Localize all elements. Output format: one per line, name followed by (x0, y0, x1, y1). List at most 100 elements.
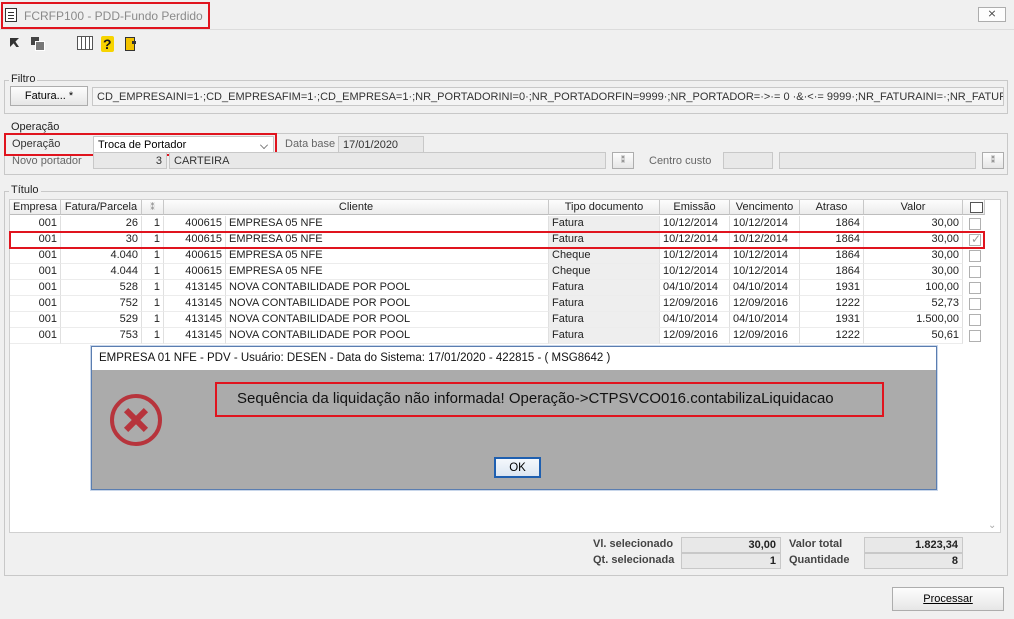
cell-atraso[interactable]: 1864 (800, 216, 864, 232)
portador-name-field[interactable]: CARTEIRA (169, 152, 606, 169)
cell-vencimento[interactable]: 12/09/2016 (730, 328, 800, 344)
cell-tipo-documento[interactable]: Fatura (549, 296, 660, 312)
cell-cliente-name[interactable]: NOVA CONTABILIDADE POR POOL (226, 328, 549, 344)
column-header-emissao[interactable]: Emissão (660, 200, 730, 215)
data-base-field[interactable]: 17/01/2020 (338, 136, 424, 153)
cell-cliente-code[interactable]: 413145 (164, 328, 226, 344)
cell-empresa[interactable]: 001 (10, 216, 61, 232)
scroll-down-icon[interactable]: ⌄ (988, 520, 1000, 532)
cell-tipo-documento[interactable]: Fatura (549, 280, 660, 296)
cell-empresa[interactable]: 001 (10, 248, 61, 264)
cell-cliente-name[interactable]: NOVA CONTABILIDADE POR POOL (226, 280, 549, 296)
cell-atraso[interactable]: 1222 (800, 296, 864, 312)
cell-parcela[interactable]: 1 (142, 216, 164, 232)
cell-vencimento[interactable]: 10/12/2014 (730, 248, 800, 264)
row-checkbox[interactable] (969, 314, 981, 326)
centro-code-field[interactable] (723, 152, 773, 169)
row-checkbox[interactable] (969, 266, 981, 278)
cell-cliente-code[interactable]: 413145 (164, 312, 226, 328)
cell-cliente-code[interactable]: 413145 (164, 280, 226, 296)
cell-cliente-code[interactable]: 400615 (164, 264, 226, 280)
portador-lookup-button[interactable]: ⁑ (612, 152, 634, 169)
cell-emissao[interactable]: 12/09/2016 (660, 328, 730, 344)
column-header-vencimento[interactable]: Vencimento (730, 200, 800, 215)
cell-atraso[interactable]: 1864 (800, 248, 864, 264)
cell-parcela[interactable]: 1 (142, 312, 164, 328)
cell-valor[interactable]: 30,00 (864, 248, 963, 264)
cell-emissao[interactable]: 12/09/2016 (660, 296, 730, 312)
cell-fatura[interactable]: 529 (61, 312, 142, 328)
cell-cliente-code[interactable]: 400615 (164, 248, 226, 264)
cell-tipo-documento[interactable]: Fatura (549, 312, 660, 328)
cell-cliente-name[interactable]: EMPRESA 05 NFE (226, 264, 549, 280)
cell-parcela[interactable]: 1 (142, 280, 164, 296)
cell-cliente-name[interactable]: EMPRESA 05 NFE (226, 248, 549, 264)
column-header-atraso[interactable]: Atraso (800, 200, 864, 215)
cell-fatura[interactable]: 4.044 (61, 264, 142, 280)
exit-icon[interactable] (123, 36, 137, 51)
column-header-empresa[interactable]: Empresa (10, 200, 61, 215)
cell-cliente-name[interactable]: EMPRESA 05 NFE (226, 216, 549, 232)
cell-empresa[interactable]: 001 (10, 328, 61, 344)
select-icon[interactable] (8, 36, 22, 50)
cell-atraso[interactable]: 1222 (800, 328, 864, 344)
multi-select-icon[interactable] (30, 36, 45, 51)
row-checkbox[interactable] (969, 298, 981, 310)
cell-valor[interactable]: 30,00 (864, 216, 963, 232)
cell-valor[interactable]: 1.500,00 (864, 312, 963, 328)
row-checkbox[interactable] (969, 218, 981, 230)
cell-tipo-documento[interactable]: Cheque (549, 248, 660, 264)
centro-name-field[interactable] (779, 152, 976, 169)
centro-lookup-button[interactable]: ⁑ (982, 152, 1004, 169)
ok-button[interactable]: OK (494, 457, 541, 478)
fatura-button[interactable]: Fatura... * (10, 86, 88, 106)
cell-parcela[interactable]: 1 (142, 296, 164, 312)
row-checkbox[interactable] (969, 330, 981, 342)
cell-vencimento[interactable]: 04/10/2014 (730, 280, 800, 296)
cell-atraso[interactable]: 1931 (800, 312, 864, 328)
row-checkbox[interactable] (969, 282, 981, 294)
cell-empresa[interactable]: 001 (10, 296, 61, 312)
grid-icon[interactable] (77, 36, 93, 50)
cell-emissao[interactable]: 10/12/2014 (660, 216, 730, 232)
portador-code-field[interactable]: 3 (93, 152, 167, 169)
help-icon[interactable]: ? (101, 36, 115, 52)
cell-vencimento[interactable]: 10/12/2014 (730, 216, 800, 232)
cell-fatura[interactable]: 528 (61, 280, 142, 296)
filter-expression-field[interactable]: CD_EMPRESAINI=1·;CD_EMPRESAFIM=1·;CD_EMP… (92, 87, 1004, 106)
cell-emissao[interactable]: 10/12/2014 (660, 248, 730, 264)
cell-cliente-name[interactable]: NOVA CONTABILIDADE POR POOL (226, 312, 549, 328)
close-button[interactable]: ⨯ (978, 7, 1006, 22)
column-header-cliente[interactable]: Cliente (164, 200, 549, 215)
cell-vencimento[interactable]: 12/09/2016 (730, 296, 800, 312)
cell-valor[interactable]: 30,00 (864, 264, 963, 280)
cell-emissao[interactable]: 10/12/2014 (660, 264, 730, 280)
column-header-valor[interactable]: Valor (864, 200, 963, 215)
cell-tipo-documento[interactable]: Cheque (549, 264, 660, 280)
select-all-checkbox[interactable] (970, 202, 983, 213)
cell-cliente-name[interactable]: NOVA CONTABILIDADE POR POOL (226, 296, 549, 312)
cell-vencimento[interactable]: 04/10/2014 (730, 312, 800, 328)
cell-empresa[interactable]: 001 (10, 264, 61, 280)
cell-cliente-code[interactable]: 400615 (164, 216, 226, 232)
cell-empresa[interactable]: 001 (10, 280, 61, 296)
cell-emissao[interactable]: 04/10/2014 (660, 280, 730, 296)
cell-empresa[interactable]: 001 (10, 312, 61, 328)
cell-fatura[interactable]: 4.040 (61, 248, 142, 264)
processar-button[interactable]: Processar (892, 587, 1004, 611)
column-header-sort[interactable]: ⁑ (142, 200, 164, 215)
column-header-fatura-parcela[interactable]: Fatura/Parcela (61, 200, 142, 215)
cell-valor[interactable]: 50,61 (864, 328, 963, 344)
cell-cliente-code[interactable]: 413145 (164, 296, 226, 312)
cell-parcela[interactable]: 1 (142, 328, 164, 344)
cell-fatura[interactable]: 26 (61, 216, 142, 232)
cell-tipo-documento[interactable]: Fatura (549, 328, 660, 344)
cell-fatura[interactable]: 752 (61, 296, 142, 312)
column-header-tipo-documento[interactable]: Tipo documento (549, 200, 660, 215)
cell-fatura[interactable]: 753 (61, 328, 142, 344)
cell-valor[interactable]: 52,73 (864, 296, 963, 312)
cell-emissao[interactable]: 04/10/2014 (660, 312, 730, 328)
cell-tipo-documento[interactable]: Fatura (549, 216, 660, 232)
cell-valor[interactable]: 100,00 (864, 280, 963, 296)
row-checkbox[interactable] (969, 250, 981, 262)
